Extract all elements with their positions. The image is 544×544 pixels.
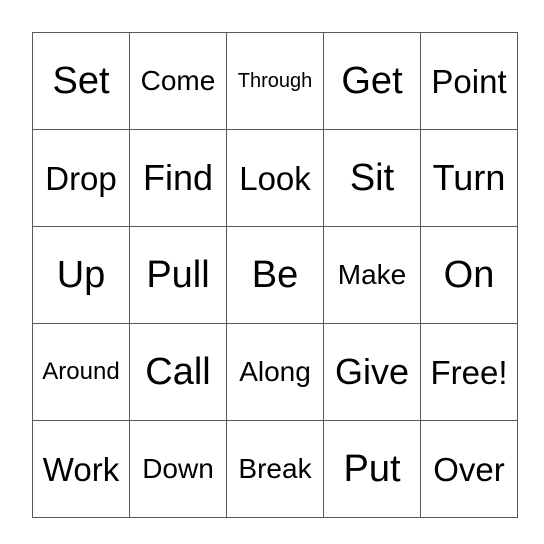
bingo-cell[interactable]: Break: [226, 420, 324, 518]
bingo-cell[interactable]: Pull: [129, 226, 227, 324]
bingo-cell[interactable]: On: [420, 226, 518, 324]
bingo-cell[interactable]: Set: [32, 32, 130, 130]
bingo-cell[interactable]: Turn: [420, 129, 518, 227]
bingo-cell[interactable]: Call: [129, 323, 227, 421]
bingo-cell[interactable]: Over: [420, 420, 518, 518]
bingo-cell[interactable]: Work: [32, 420, 130, 518]
bingo-row: Up Pull Be Make On: [32, 226, 518, 324]
bingo-cell[interactable]: Up: [32, 226, 130, 324]
bingo-cell[interactable]: Put: [323, 420, 421, 518]
bingo-cell[interactable]: Drop: [32, 129, 130, 227]
bingo-cell[interactable]: Down: [129, 420, 227, 518]
bingo-cell[interactable]: Through: [226, 32, 324, 130]
bingo-cell[interactable]: Around: [32, 323, 130, 421]
bingo-row: Work Down Break Put Over: [32, 420, 518, 518]
bingo-card: Set Come Through Get Point Drop Find Loo…: [32, 32, 518, 518]
bingo-row: Drop Find Look Sit Turn: [32, 129, 518, 227]
bingo-row: Set Come Through Get Point: [32, 32, 518, 130]
bingo-cell[interactable]: Free!: [420, 323, 518, 421]
bingo-cell[interactable]: Look: [226, 129, 324, 227]
bingo-cell[interactable]: Give: [323, 323, 421, 421]
bingo-cell[interactable]: Point: [420, 32, 518, 130]
bingo-cell[interactable]: Come: [129, 32, 227, 130]
bingo-row: Around Call Along Give Free!: [32, 323, 518, 421]
bingo-cell[interactable]: Make: [323, 226, 421, 324]
bingo-cell[interactable]: Find: [129, 129, 227, 227]
bingo-cell[interactable]: Along: [226, 323, 324, 421]
bingo-cell[interactable]: Sit: [323, 129, 421, 227]
bingo-cell[interactable]: Be: [226, 226, 324, 324]
bingo-cell[interactable]: Get: [323, 32, 421, 130]
